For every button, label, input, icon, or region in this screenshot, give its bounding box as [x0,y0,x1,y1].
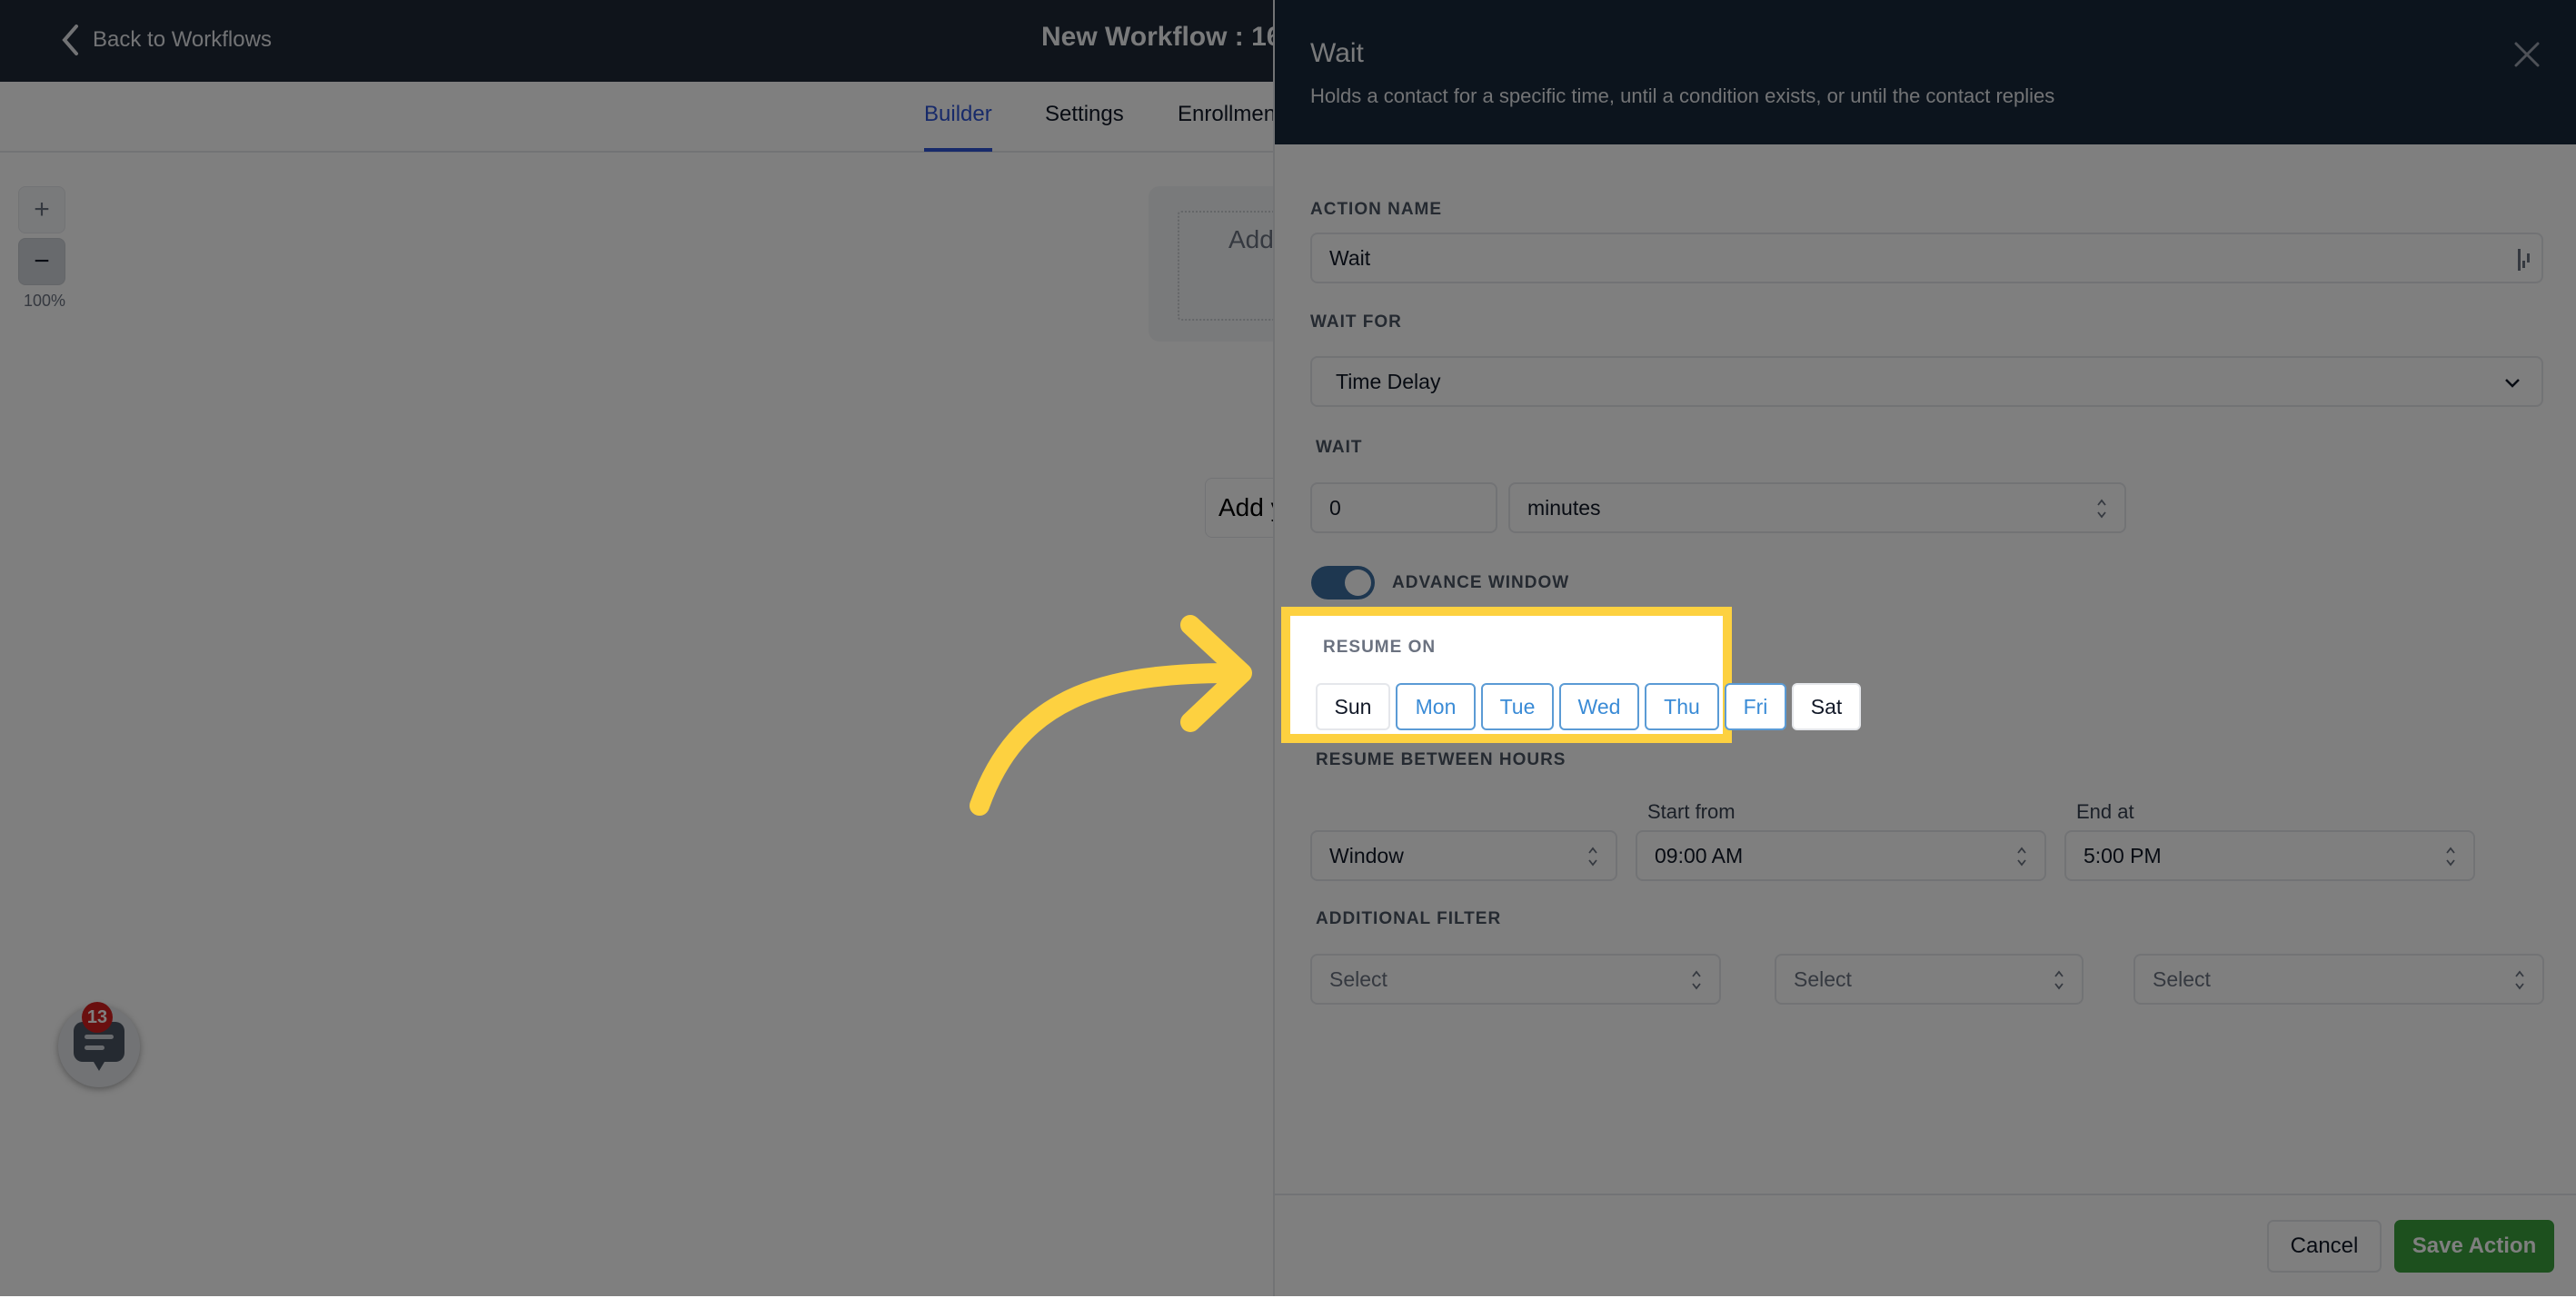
wait-label: WAIT [1316,438,1363,457]
tab-builder[interactable]: Builder [924,102,992,152]
wait-for-select[interactable]: Time Delay [1310,356,2543,407]
updown-icon [2515,970,2524,990]
resume-on-days: Sun Mon Tue Wed Thu Fri Sat [1316,683,1861,730]
trigger-placeholder: Add [1228,225,1274,253]
wait-for-label: WAIT FOR [1310,312,1402,332]
advance-window-toggle[interactable] [1311,566,1375,599]
filter-select-3[interactable]: Select [2133,954,2544,1005]
day-toggle-fri[interactable]: Fri [1725,683,1786,730]
save-action-button[interactable]: Save Action [2394,1220,2554,1273]
back-to-workflows-link[interactable]: Back to Workflows [60,24,272,56]
tab-settings[interactable]: Settings [1045,102,1124,127]
day-toggle-mon[interactable]: Mon [1396,683,1476,730]
updown-icon [2054,970,2064,990]
wait-amount-input[interactable]: 0 [1310,482,1497,533]
action-name-input[interactable]: Wait [1310,233,2543,283]
action-name-label: ACTION NAME [1310,200,1443,219]
updown-icon [2017,847,2026,867]
panel-subtitle: Holds a contact for a specific time, unt… [1310,84,2055,107]
wait-unit-select[interactable]: minutes [1508,482,2126,533]
end-at-label: End at [2076,800,2134,823]
start-from-label: Start from [1647,800,1736,823]
day-toggle-thu[interactable]: Thu [1645,683,1719,730]
resume-on-label: RESUME ON [1323,638,1437,657]
updown-icon [2446,847,2455,867]
start-time-select[interactable]: 09:00 AM [1636,830,2046,881]
panel-footer: Cancel Save Action [1275,1194,2576,1298]
resume-on-highlight: RESUME ON Sun Mon Tue Wed Thu Fri Sat [1281,607,1861,743]
chevron-down-icon [2505,379,2520,388]
zoom-in-button[interactable]: + [18,186,65,233]
notification-badge: 13 [82,1002,113,1033]
day-toggle-sun[interactable]: Sun [1316,683,1390,730]
panel-header: Wait Holds a contact for a specific time… [1275,0,2576,144]
tab-enrollment[interactable]: Enrollmen [1178,102,1276,127]
resume-between-label: RESUME BETWEEN HOURS [1316,750,1566,769]
panel-title: Wait [1310,38,1364,68]
day-toggle-wed[interactable]: Wed [1559,683,1639,730]
chevron-left-icon [62,25,78,55]
zoom-level: 100% [24,292,66,310]
end-time-select[interactable]: 5:00 PM [2064,830,2475,881]
resume-mode-select[interactable]: Window [1310,830,1617,881]
advance-window-label: ADVANCE WINDOW [1392,573,1570,592]
additional-filter-label: ADDITIONAL FILTER [1316,909,1502,928]
updown-icon [2097,499,2106,519]
custom-values-icon[interactable] [2516,248,2532,272]
filter-select-2[interactable]: Select [1775,954,2084,1005]
day-toggle-tue[interactable]: Tue [1481,683,1554,730]
filter-select-1[interactable]: Select [1310,954,1721,1005]
day-toggle-sat[interactable]: Sat [1792,683,1861,730]
updown-icon [1588,847,1597,867]
zoom-out-button[interactable]: − [18,238,65,285]
workflow-title: New Workflow : 16 [1041,22,1282,52]
cancel-button[interactable]: Cancel [2267,1220,2382,1273]
updown-icon [1692,970,1701,990]
close-icon[interactable] [2511,38,2543,71]
back-label: Back to Workflows [93,27,272,52]
